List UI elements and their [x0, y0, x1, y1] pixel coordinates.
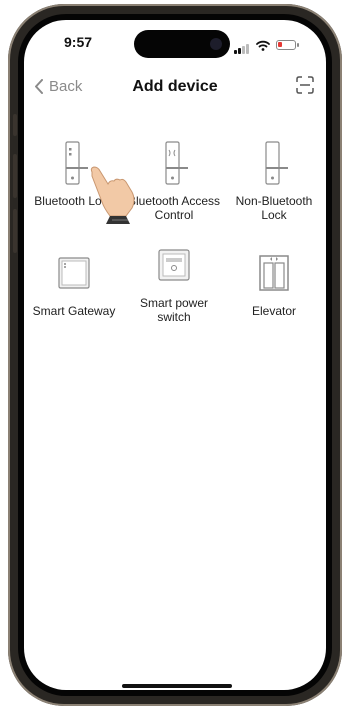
device-tile-smart-power-switch[interactable]: Smart power switch — [124, 240, 224, 324]
device-tile-non-bluetooth-lock[interactable]: Non-Bluetooth Lock — [224, 138, 324, 222]
device-label: Non-Bluetooth Lock — [235, 194, 313, 222]
elevator-icon — [259, 255, 289, 291]
device-label: Elevator — [251, 304, 297, 318]
battery-icon — [276, 40, 299, 50]
volume-down-button — [13, 209, 17, 253]
front-camera — [210, 38, 222, 50]
wifi-icon — [256, 40, 270, 51]
scan-button[interactable] — [296, 76, 314, 99]
power-switch-icon — [158, 249, 190, 281]
device-label: Smart Gateway — [32, 304, 116, 318]
signal-icon — [234, 36, 250, 54]
status-icons — [234, 36, 299, 54]
app-screen: 9:57 Back Add device Bluetooth Lock Blue… — [24, 20, 326, 690]
dynamic-island — [134, 30, 230, 58]
access-control-icon — [165, 141, 188, 185]
device-tile-smart-gateway[interactable]: Smart Gateway — [24, 248, 124, 318]
status-time: 9:57 — [64, 34, 93, 50]
gateway-icon — [58, 257, 90, 289]
home-indicator[interactable] — [122, 684, 232, 688]
volume-up-button — [13, 154, 17, 198]
hand-pointer-icon — [90, 166, 135, 224]
device-label: Smart power switch — [139, 296, 209, 324]
device-tile-elevator[interactable]: Elevator — [224, 248, 324, 318]
scan-icon — [296, 76, 314, 94]
silent-switch — [13, 114, 17, 136]
page-title: Add device — [132, 78, 218, 95]
door-lock-icon — [265, 141, 288, 185]
